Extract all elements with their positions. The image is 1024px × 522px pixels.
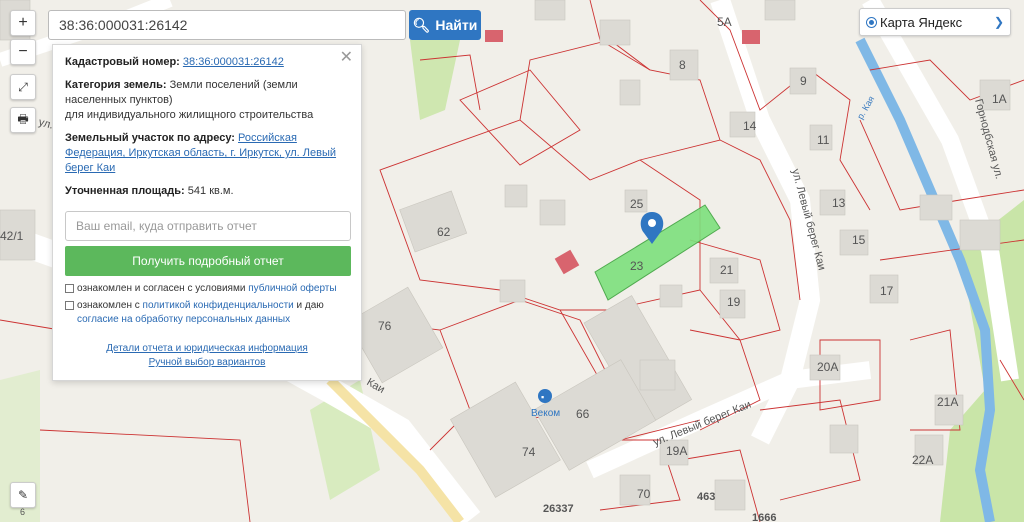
house-label: 8 <box>679 58 686 72</box>
consent-offer-row: ознакомлен и согласен с условиями публич… <box>65 282 349 296</box>
search-input[interactable]: 38:36:000031:26142 <box>48 10 406 40</box>
offer-link[interactable]: публичной оферты <box>248 283 336 294</box>
close-icon[interactable]: ✕ <box>340 50 353 66</box>
svg-text:▪: ▪ <box>541 392 544 402</box>
house-label: 42/1 <box>0 229 24 243</box>
search-button-label: Найти <box>435 17 478 33</box>
house-label: 21 <box>720 263 734 277</box>
category-row: Категория земель: Земли поселений (земли… <box>65 78 349 123</box>
house-label: 70 <box>637 487 651 501</box>
layer-select-value: Карта Яндекс <box>880 14 963 30</box>
area-label: Уточненная площадь: <box>65 185 185 197</box>
house-label: 9 <box>800 74 807 88</box>
address-row: Земельный участок по адресу: Российская … <box>65 131 349 176</box>
house-label: 11 <box>817 133 830 147</box>
house-label: 1А <box>992 92 1007 106</box>
search-button[interactable]: 🔍︎ Найти <box>409 10 481 40</box>
cadastral-label: Кадастровый номер: <box>65 56 180 68</box>
details-link[interactable]: Детали отчета и юридическая информация <box>53 342 361 356</box>
house-label: 74 <box>522 445 536 459</box>
privacy-link[interactable]: политикой конфиденциальности <box>143 300 294 311</box>
panel-footer-links: Детали отчета и юридическая информация Р… <box>53 342 361 370</box>
consent-privacy-checkbox[interactable] <box>65 301 74 310</box>
house-label: 20А <box>817 360 838 374</box>
parcel-label: 1666 <box>752 512 776 522</box>
category-use: для индивидуального жилищного строительс… <box>65 109 314 121</box>
parcel-label: 26337 <box>543 503 574 515</box>
house-label: 19 <box>727 295 741 309</box>
category-label: Категория земель: <box>65 79 167 91</box>
consent-offer-text: ознакомлен и согласен с условиями <box>77 283 249 294</box>
parcel-label: 463 <box>697 491 715 503</box>
house-label: 13 <box>832 196 846 210</box>
poi-label: Веком <box>531 408 560 419</box>
address-label: Земельный участок по адресу: <box>65 132 235 144</box>
search-icon: 🔍︎ <box>412 16 431 33</box>
print-icon[interactable]: 🖶 <box>10 107 36 133</box>
consent-privacy-row: ознакомлен с политикой конфиденциальност… <box>65 299 349 327</box>
chevron-down-icon: ❯ <box>993 15 1004 29</box>
house-label: 22А <box>912 453 933 467</box>
house-label: 66 <box>576 407 590 421</box>
house-label: 19А <box>666 444 687 458</box>
zoom-out-button[interactable]: − <box>10 39 36 65</box>
consent-offer-checkbox[interactable] <box>65 284 74 293</box>
fullscreen-icon[interactable]: ⤢ <box>10 74 36 100</box>
zoom-in-button[interactable]: + <box>10 10 36 36</box>
ruler-icon[interactable]: ✎ <box>10 482 36 508</box>
house-label: 14 <box>743 119 757 133</box>
consent-privacy-mid: и даю <box>293 300 324 311</box>
house-label: 17 <box>880 284 894 298</box>
area-row: Уточненная площадь: 541 кв.м. <box>65 184 349 199</box>
parcel-info-panel: ✕ Кадастровый номер: 38:36:000031:26142 … <box>52 44 362 381</box>
cadastral-row: Кадастровый номер: 38:36:000031:26142 <box>65 55 349 70</box>
map-layer-select[interactable]: Карта Яндекс ❯ <box>859 8 1011 36</box>
cadastral-link[interactable]: 38:36:000031:26142 <box>183 56 284 68</box>
personal-data-link[interactable]: согласие на обработку персональных данны… <box>77 314 290 325</box>
get-report-button[interactable]: Получить подробный отчет <box>65 246 351 276</box>
manual-select-link[interactable]: Ручной выбор вариантов <box>53 356 361 370</box>
house-label: 76 <box>378 319 392 333</box>
house-label: 5А <box>717 15 732 29</box>
consent-privacy-text: ознакомлен с <box>77 300 143 311</box>
radio-selected-icon <box>866 16 877 28</box>
house-label: 62 <box>437 225 451 239</box>
house-label: 23 <box>630 259 644 273</box>
house-label: 6 <box>20 507 25 517</box>
house-label: 21А <box>937 395 958 409</box>
area-value: 541 кв.м. <box>187 185 234 197</box>
house-label: 25 <box>630 197 644 211</box>
house-label: 15 <box>852 233 866 247</box>
email-field[interactable]: Ваш email, куда отправить отчет <box>65 211 351 241</box>
